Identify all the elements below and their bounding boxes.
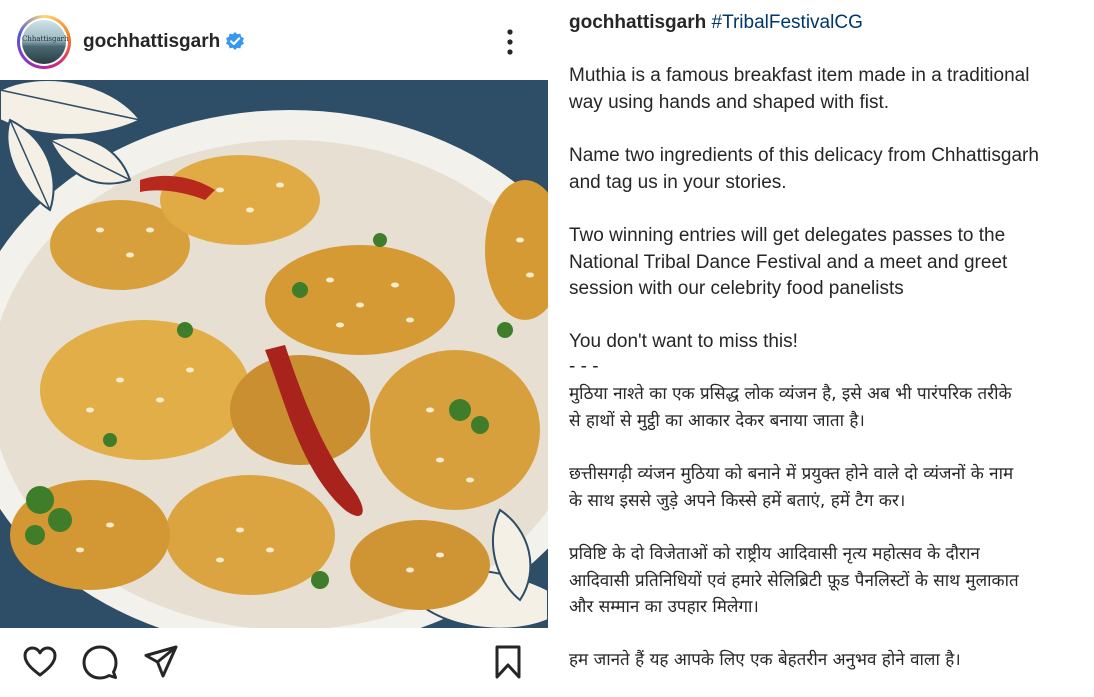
caption-line: हम जानते हैं यह आपके लिए एक बेहतरीन अनुभ…: [569, 650, 961, 670]
caption-paragraph-1: Muthia is a famous breakfast item made i…: [569, 63, 1079, 116]
hashtag-link[interactable]: #TribalFestivalCG: [712, 12, 863, 33]
caption-paragraph-4: You don't want to miss this! - - -: [569, 329, 1079, 378]
caption-header: gochhattisgarh #TribalFestivalCG: [569, 12, 863, 34]
caption-line: and tag us in your stories.: [569, 171, 787, 193]
caption-line: You don't want to miss this!: [569, 331, 798, 352]
caption-line: Two winning entries will get delegates p…: [569, 225, 1006, 246]
avatar[interactable]: Chhattisgarh: [17, 15, 71, 69]
post-actions-bar: [0, 628, 548, 697]
caption-line: और सम्मान का उपहार मिलेगा।: [569, 597, 759, 617]
caption-line: आदिवासी प्रतिनिधियों एवं हमारे सेलिब्रिट…: [569, 570, 1019, 591]
caption-paragraph-2: Name two ingredients of this delicacy fr…: [569, 143, 1079, 196]
caption-username-link[interactable]: gochhattisgarh: [569, 12, 706, 33]
caption-divider: - - -: [569, 355, 599, 377]
caption-line: way using hands and shaped with fist.: [569, 91, 890, 113]
caption-hindi-paragraph-2: छत्तीसगढ़ी व्यंजन मुठिया को बनाने में प्…: [569, 461, 1079, 514]
caption-line: प्रविष्टि के दो विजेताओं को राष्ट्रीय आद…: [569, 544, 980, 564]
post-panel: Chhattisgarh gochhattisgarh: [0, 0, 548, 697]
caption-line: Muthia is a famous breakfast item made i…: [569, 65, 1030, 86]
caption-line: National Tribal Dance Festival and a mee…: [569, 251, 1008, 273]
heart-icon[interactable]: [22, 644, 58, 680]
caption-panel: gochhattisgarh #TribalFestivalCG Muthia …: [569, 0, 1079, 697]
caption-line: Name two ingredients of this delicacy fr…: [569, 145, 1039, 166]
send-icon[interactable]: [143, 644, 179, 680]
caption-hindi-paragraph-1: मुठिया नाश्ते का एक प्रसिद्ध लोक व्यंजन …: [569, 381, 1079, 434]
post-header: Chhattisgarh gochhattisgarh: [0, 0, 548, 80]
avatar-logo-text: Chhattisgarh: [22, 35, 68, 43]
caption-line: session with our celebrity food panelist…: [569, 278, 904, 299]
verified-badge-icon: [226, 32, 244, 50]
caption-line: मुठिया नाश्ते का एक प्रसिद्ध लोक व्यंजन …: [569, 384, 1012, 404]
post-image[interactable]: [0, 80, 548, 628]
caption-line: से हाथों से मुट्ठी का आकार देकर बनाया जा…: [569, 410, 865, 431]
more-options-icon[interactable]: [500, 28, 520, 56]
caption-line: छत्तीसगढ़ी व्यंजन मुठिया को बनाने में प्…: [569, 464, 1014, 484]
caption-paragraph-3: Two winning entries will get delegates p…: [569, 223, 1079, 303]
caption-hindi-paragraph-3: प्रविष्टि के दो विजेताओं को राष्ट्रीय आद…: [569, 541, 1079, 621]
username-link[interactable]: gochhattisgarh: [83, 31, 220, 53]
bookmark-icon[interactable]: [490, 644, 526, 680]
caption-hindi-paragraph-4: हम जानते हैं यह आपके लिए एक बेहतरीन अनुभ…: [569, 647, 1079, 674]
muthia-food-photo: [0, 80, 548, 628]
comment-icon[interactable]: [82, 644, 118, 680]
caption-line: के साथ इससे जुड़े अपने किस्से हमें बताएं…: [569, 490, 906, 511]
